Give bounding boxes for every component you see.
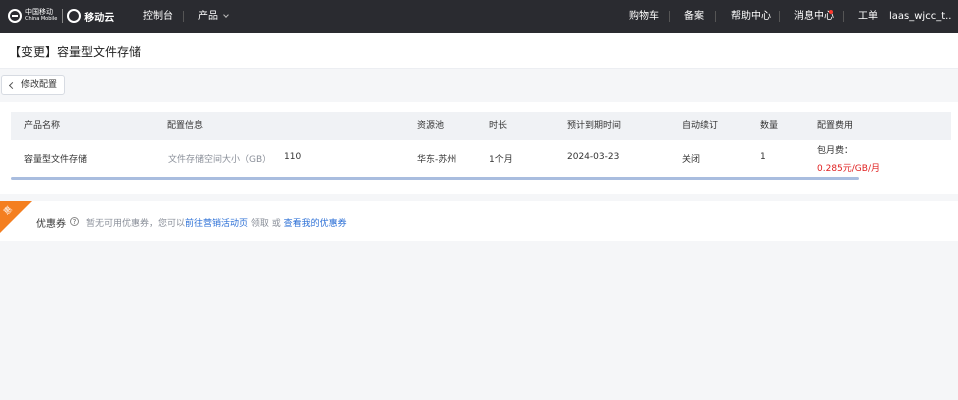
marketing-activity-link[interactable]: 前往营销活动页 bbox=[185, 219, 248, 229]
logo-product-text: 移动云 bbox=[84, 12, 115, 24]
nav-divider bbox=[183, 11, 184, 22]
col-resource-pool: 资源池 bbox=[417, 121, 445, 131]
mobile-cloud-icon bbox=[67, 9, 82, 23]
cell-fee-value: 0.285元/GB/月 bbox=[817, 164, 880, 174]
cell-fee-label: 包月费： bbox=[817, 146, 854, 156]
col-config-info: 配置信息 bbox=[167, 121, 204, 131]
col-expiry-time: 预计到期时间 bbox=[567, 121, 622, 131]
nav-help-center[interactable]: 帮助中心 bbox=[731, 0, 771, 33]
user-account-menu[interactable]: laas_wjcc_t... bbox=[889, 0, 951, 33]
logo-text-block: 中国移动 China Mobile bbox=[25, 9, 57, 23]
nav-cart[interactable]: 购物车 bbox=[629, 0, 659, 33]
china-mobile-icon bbox=[8, 9, 22, 23]
horizontal-scrollbar[interactable] bbox=[11, 177, 859, 180]
cell-quantity: 1 bbox=[760, 152, 766, 162]
coupon-desc-mid: 领取 或 bbox=[248, 219, 284, 229]
china-mobile-logo[interactable]: 中国移动 China Mobile 移动云 bbox=[8, 6, 114, 26]
coupon-desc-prefix: 暂无可用优惠券，您可以 bbox=[86, 219, 186, 229]
cell-config-label: 文件存储空间大小（GB） bbox=[168, 155, 272, 165]
back-button-label: 修改配置 bbox=[21, 80, 58, 90]
nav-products[interactable]: 产品 bbox=[198, 0, 229, 33]
cell-config-value: 110 bbox=[284, 152, 302, 162]
unread-dot-icon bbox=[829, 10, 833, 14]
page-header: 【变更】容量型文件存储 bbox=[0, 33, 958, 69]
chevron-down-icon bbox=[223, 12, 229, 18]
my-coupons-link[interactable]: 查看我的优惠券 bbox=[284, 219, 347, 229]
nav-divider bbox=[843, 11, 844, 22]
nav-console[interactable]: 控制台 bbox=[143, 0, 173, 33]
nav-filing[interactable]: 备案 bbox=[684, 0, 704, 33]
logo-divider bbox=[62, 9, 64, 23]
nav-divider bbox=[669, 11, 670, 22]
nav-message-center[interactable]: 消息中心 bbox=[794, 0, 834, 33]
top-navbar: 中国移动 China Mobile 移动云 控制台 产品 购物车 备案 帮助中心… bbox=[0, 0, 958, 33]
page-title: 【变更】容量型文件存储 bbox=[9, 45, 142, 59]
col-config-fee: 配置费用 bbox=[817, 121, 854, 131]
cell-resource-pool: 华东-苏州 bbox=[417, 155, 457, 165]
cell-product-name: 容量型文件存储 bbox=[24, 155, 88, 165]
logo-en-text: China Mobile bbox=[25, 16, 58, 22]
col-product-name: 产品名称 bbox=[24, 121, 61, 131]
nav-ticket[interactable]: 工单 bbox=[858, 0, 878, 33]
coupon-section: 惠 优惠券 ? 暂无可用优惠券，您可以前往营销活动页 领取 或 查看我的优惠券 bbox=[0, 201, 958, 241]
order-config-table: 产品名称 配置信息 资源池 时长 预计到期时间 自动续订 数量 配置费用 容量型… bbox=[0, 102, 958, 194]
logo-cn-text: 中国移动 bbox=[25, 8, 53, 16]
coupon-description: 暂无可用优惠券，您可以前往营销活动页 领取 或 查看我的优惠券 bbox=[86, 216, 347, 229]
cell-expiry-time: 2024-03-23 bbox=[567, 152, 620, 162]
col-auto-renew: 自动续订 bbox=[682, 121, 719, 131]
nav-products-label: 产品 bbox=[198, 11, 218, 22]
col-quantity: 数量 bbox=[760, 121, 779, 131]
help-question-icon[interactable]: ? bbox=[70, 217, 79, 226]
back-modify-config-button[interactable]: 修改配置 bbox=[1, 75, 66, 95]
nav-divider bbox=[779, 11, 780, 22]
coupon-label: 优惠券 bbox=[36, 219, 66, 230]
col-duration: 时长 bbox=[489, 121, 508, 131]
chevron-left-icon bbox=[8, 81, 17, 89]
table-header: 产品名称 配置信息 资源池 时长 预计到期时间 自动续订 数量 配置费用 bbox=[11, 112, 951, 140]
cell-duration: 1个月 bbox=[489, 155, 513, 165]
cell-auto-renew: 关闭 bbox=[682, 155, 701, 165]
nav-divider bbox=[715, 11, 716, 22]
